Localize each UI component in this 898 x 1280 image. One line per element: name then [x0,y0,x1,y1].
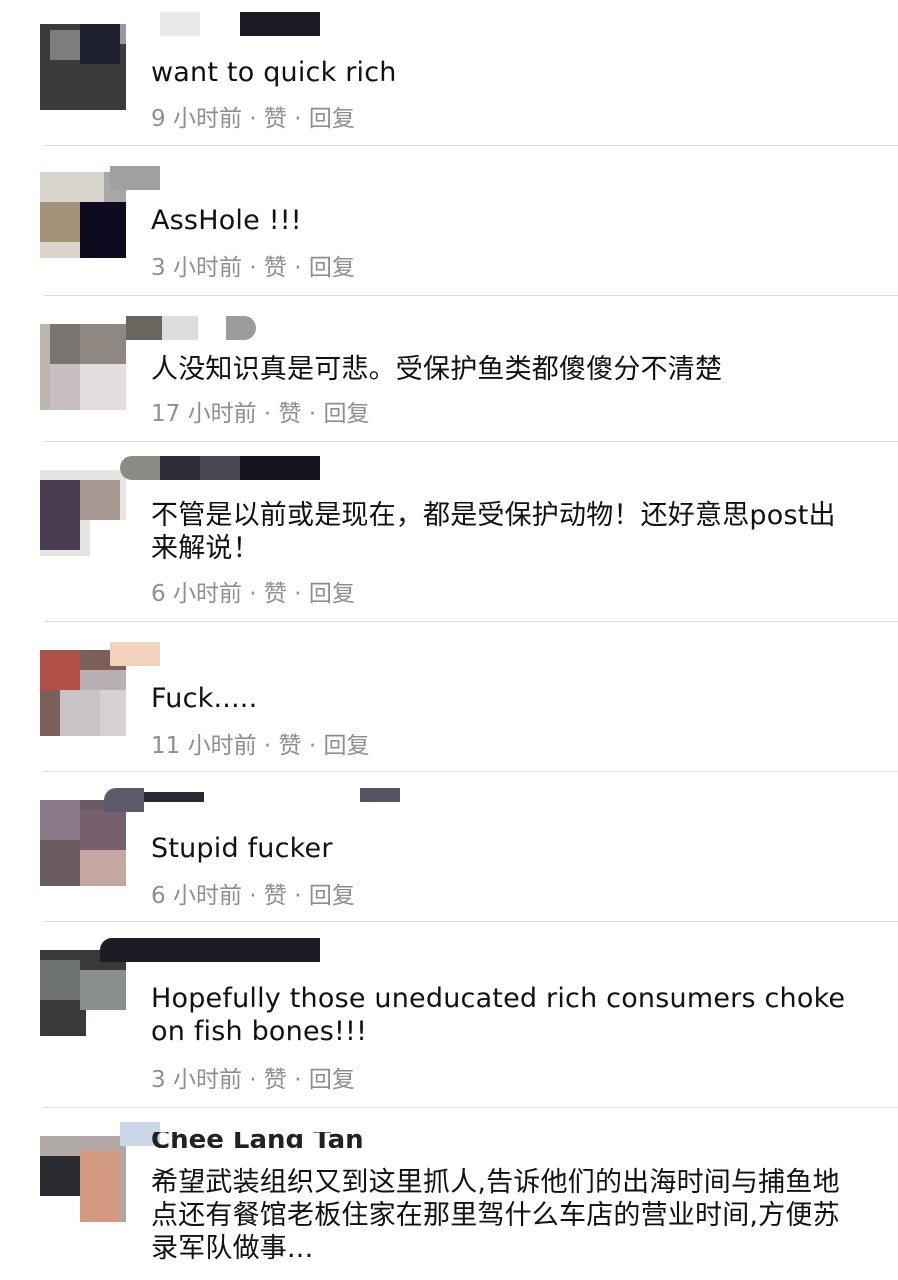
comment-meta: 3 小时前 · 赞 · 回复 [151,1060,355,1094]
comment-time: 6 小时前 [151,581,242,607]
comment-text: Stupid fucker [151,833,333,864]
reply-button[interactable]: 回复 [309,883,355,909]
reply-button[interactable]: 回复 [323,401,369,427]
comment-item: AssHole !!! 3 小时前 · 赞 · 回复 [0,146,898,296]
comment-meta: 6 小时前 · 赞 · 回复 [151,876,355,910]
reply-button[interactable]: 回复 [309,581,355,607]
meta-separator: · [249,255,264,281]
comment-text: AssHole !!! [151,205,302,236]
comment-text: want to quick rich [151,57,397,88]
comment-text: Hopefully those uneducated rich consumer… [151,983,846,1047]
meta-separator: · [286,581,309,607]
reply-button[interactable]: 回复 [323,733,369,759]
comment-text: 希望武装组织又到这里抓人,告诉他们的出海时间与捕鱼地点还有餐馆老板住家在那里驾什… [151,1167,840,1264]
meta-separator: · [286,1067,309,1093]
comment-item: Hopefully those uneducated rich consumer… [0,922,898,1108]
like-button[interactable]: 赞 [264,581,287,607]
avatar[interactable] [40,470,126,556]
author-name[interactable]: Chee Lang Tan [151,1132,364,1148]
like-button[interactable]: 赞 [279,401,302,427]
like-button[interactable]: 赞 [264,106,287,132]
like-button[interactable]: 赞 [279,733,302,759]
comment-item: 不管是以前或是现在，都是受保护动物！还好意思post出来解说！ 6 小时前 · … [0,442,898,622]
meta-separator: · [249,1067,264,1093]
comment-meta: 11 小时前 · 赞 · 回复 [151,726,369,760]
like-button[interactable]: 赞 [264,883,287,909]
meta-separator: · [286,255,309,281]
avatar[interactable] [40,324,126,410]
comment-item: 人没知识真是可悲。受保护鱼类都傻傻分不清楚 17 小时前 · 赞 · 回复 [0,296,898,442]
comment-meta: 3 小时前 · 赞 · 回复 [151,248,355,282]
comment-text: 不管是以前或是现在，都是受保护动物！还好意思post出来解说！ [151,500,836,564]
comment-time: 11 小时前 [151,733,257,759]
comment-meta: 9 小时前 · 赞 · 回复 [151,99,355,133]
reply-button[interactable]: 回复 [309,1067,355,1093]
author-name-redacted [100,938,320,962]
author-name-redacted [160,12,320,36]
comment-time: 9 小时前 [151,106,242,132]
reply-button[interactable]: 回复 [309,106,355,132]
comment-item: Chee Lang Tan 希望武装组织又到这里抓人,告诉他们的出海时间与捕鱼地… [0,1108,898,1280]
author-name-redacted [110,166,160,190]
comment-meta: 17 小时前 · 赞 · 回复 [151,394,369,428]
meta-separator: · [263,401,279,427]
like-button[interactable]: 赞 [264,1067,287,1093]
meta-separator: · [301,401,324,427]
author-name-redacted [120,456,320,480]
comment-time: 3 小时前 [151,255,242,281]
avatar[interactable] [40,950,126,1036]
author-name-redacted [126,316,256,340]
meta-separator: · [301,733,324,759]
comment-text: Fuck..... [151,683,258,714]
meta-separator: · [249,581,264,607]
reply-button[interactable]: 回复 [309,255,355,281]
like-button[interactable]: 赞 [264,255,287,281]
avatar[interactable] [40,24,126,110]
author-name-redacted [104,788,404,812]
meta-separator: · [263,733,279,759]
comment-item: Stupid fucker 6 小时前 · 赞 · 回复 [0,772,898,922]
comment-time: 17 小时前 [151,401,257,427]
comment-meta: 6 小时前 · 赞 · 回复 [151,574,355,608]
comment-text: 人没知识真是可悲。受保护鱼类都傻傻分不清楚 [151,354,723,385]
meta-separator: · [286,883,309,909]
comment-time: 3 小时前 [151,1067,242,1093]
comment-item: want to quick rich 9 小时前 · 赞 · 回复 [0,0,898,146]
meta-separator: · [249,883,264,909]
meta-separator: · [286,106,309,132]
meta-separator: · [249,106,264,132]
comment-item: Fuck..... 11 小时前 · 赞 · 回复 [0,622,898,772]
avatar[interactable] [40,800,126,886]
comment-time: 6 小时前 [151,883,242,909]
avatar[interactable] [40,1136,126,1222]
author-name-redacted [110,642,160,666]
